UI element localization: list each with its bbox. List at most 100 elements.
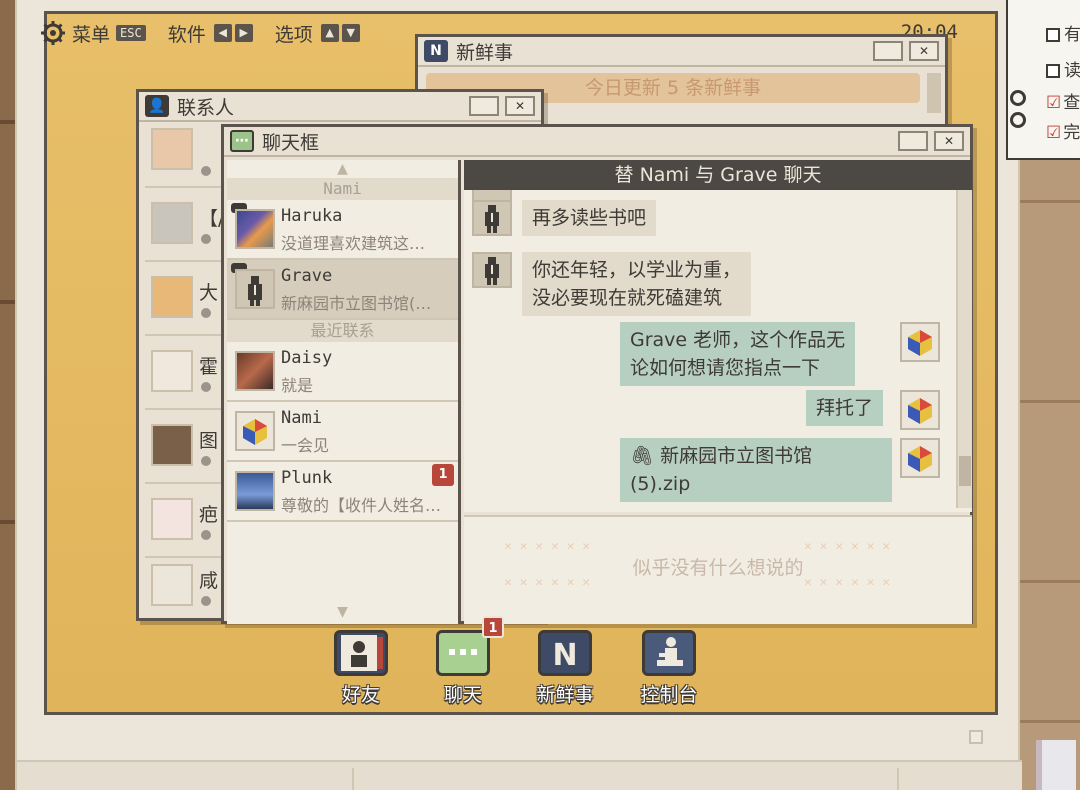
status-dot bbox=[201, 456, 211, 466]
friends-icon bbox=[334, 630, 388, 676]
scrollbar-thumb[interactable] bbox=[959, 456, 971, 486]
todo-note: 有 读 ☑ 查 ☑ 完 bbox=[1006, 0, 1080, 160]
section-label-recent: 最近联系 bbox=[227, 320, 458, 342]
contact-name: Nami bbox=[281, 408, 322, 428]
maximize-button[interactable] bbox=[469, 96, 499, 116]
avatar bbox=[151, 128, 193, 170]
maximize-button[interactable] bbox=[873, 41, 903, 61]
options-down-button[interactable]: ▼ bbox=[341, 24, 360, 42]
scrollbar[interactable] bbox=[927, 73, 941, 113]
scroll-down-arrow[interactable]: ▼ bbox=[227, 604, 458, 620]
dock-label: 聊天 bbox=[443, 684, 482, 706]
gear-icon bbox=[41, 21, 65, 45]
message-input[interactable]: ✕ ✕ ✕ ✕ ✕ ✕ ✕ ✕ ✕ ✕ ✕ ✕ ✕ ✕ ✕ ✕ ✕ ✕ ✕ ✕ … bbox=[464, 515, 972, 624]
avatar bbox=[151, 498, 193, 540]
conversation-list: ▲ Nami Haruka 没道理喜欢建筑这… Grave 新麻园市立图书馆(…… bbox=[227, 160, 461, 624]
avatar bbox=[235, 351, 275, 391]
contact-name: 霍 bbox=[199, 356, 219, 378]
message-preview: 就是 bbox=[281, 376, 314, 395]
contact-name: 咸 bbox=[199, 570, 219, 592]
status-dot bbox=[201, 596, 211, 606]
close-button[interactable]: ✕ bbox=[505, 96, 535, 116]
list-item[interactable]: Plunk 尊敬的【收件人姓名… 1 bbox=[227, 462, 458, 522]
options-up-button[interactable]: ▲ bbox=[320, 24, 339, 42]
chat-window-titlebar[interactable]: ⋯ 聊天框 ✕ bbox=[224, 127, 970, 157]
monitor-base bbox=[17, 760, 1022, 790]
message-preview: 尊敬的【收件人姓名… bbox=[281, 496, 442, 515]
avatar bbox=[151, 564, 193, 606]
list-item[interactable]: Haruka 没道理喜欢建筑这… bbox=[227, 200, 458, 260]
console-icon bbox=[642, 630, 696, 676]
chat-header: 替 Nami 与 Grave 聊天 bbox=[464, 160, 972, 190]
options-menu[interactable]: 选项 ▲ ▼ bbox=[275, 20, 360, 47]
scrollbar[interactable] bbox=[956, 190, 972, 508]
todo-item: 读 bbox=[1046, 56, 1080, 81]
incoming-message: 再多读些书吧 bbox=[522, 200, 657, 236]
dock-chat-button[interactable]: 1 聊天 bbox=[418, 616, 504, 710]
avatar bbox=[151, 424, 193, 466]
contact-name: 图 bbox=[199, 430, 219, 452]
prev-software-button[interactable]: ◀ bbox=[213, 24, 232, 42]
chat-window-title: 聊天框 bbox=[262, 131, 320, 154]
todo-item: ☑ 完 bbox=[1046, 123, 1080, 143]
outgoing-message: Grave 老师，这个作品无 论如何想请您指点一下 bbox=[620, 322, 856, 386]
binder-ring bbox=[1010, 90, 1026, 106]
status-dot bbox=[201, 166, 211, 176]
contacts-window-title: 联系人 bbox=[177, 96, 235, 119]
contact-name: Grave bbox=[281, 266, 333, 286]
scroll-up-arrow[interactable]: ▲ bbox=[227, 160, 458, 178]
dock-friends-button[interactable]: 好友 bbox=[316, 630, 396, 710]
chat-window[interactable]: ⋯ 聊天框 ✕ ▲ Nami Haruka 没道理喜欢建筑这… Grave 新麻… bbox=[221, 124, 973, 624]
section-label-nami: Nami bbox=[227, 178, 458, 200]
software-label: 软件 bbox=[167, 23, 206, 46]
unread-badge: 1 bbox=[482, 616, 504, 638]
software-menu[interactable]: 软件 ◀ ▶ bbox=[168, 20, 253, 47]
news-icon: N bbox=[424, 40, 448, 62]
todo-item: ☑ 查 bbox=[1046, 93, 1080, 113]
options-label: 选项 bbox=[274, 23, 313, 46]
maximize-button[interactable] bbox=[898, 131, 928, 151]
contact-name: 疤 bbox=[199, 504, 219, 526]
list-item[interactable]: Nami 一会见 bbox=[227, 402, 458, 462]
esc-key-hint: ESC bbox=[116, 25, 146, 41]
avatar bbox=[900, 322, 940, 362]
dock-news-button[interactable]: N 新鲜事 bbox=[520, 630, 600, 710]
status-dot bbox=[201, 530, 211, 540]
dock-label: 新鲜事 bbox=[536, 684, 594, 706]
list-item[interactable]: Daisy 就是 bbox=[227, 342, 458, 402]
avatar bbox=[900, 438, 940, 478]
avatar bbox=[235, 209, 275, 249]
unread-badge: 1 bbox=[432, 464, 454, 486]
avatar bbox=[235, 471, 275, 511]
chat-bubble-icon: ⋯ bbox=[230, 130, 254, 152]
power-button[interactable] bbox=[969, 730, 983, 744]
next-software-button[interactable]: ▶ bbox=[234, 24, 253, 42]
news-icon: N bbox=[538, 630, 592, 676]
contact-card-icon: 👤 bbox=[145, 95, 169, 117]
message-area: 再多读些书吧 你还年轻，以学业为重， 没必要现在就死磕建筑 Grave 老师，这… bbox=[464, 190, 972, 512]
status-dot bbox=[201, 234, 211, 244]
dock-label: 控制台 bbox=[640, 684, 698, 706]
contact-name: Plunk bbox=[281, 468, 333, 488]
contacts-window-titlebar[interactable]: 👤 联系人 ✕ bbox=[139, 92, 541, 122]
close-button[interactable]: ✕ bbox=[934, 131, 964, 151]
outgoing-message: 拜托了 bbox=[806, 390, 884, 426]
message-preview: 一会见 bbox=[281, 436, 330, 455]
dock-console-button[interactable]: 控制台 bbox=[624, 630, 704, 710]
file-attachment-message[interactable]: 🖇 新麻园市立图书馆 (5).zip bbox=[620, 438, 892, 502]
dock-label: 好友 bbox=[341, 684, 380, 706]
list-item[interactable]: Grave 新麻园市立图书馆(… bbox=[227, 260, 458, 320]
svg-text:N: N bbox=[552, 638, 577, 673]
menu-label: 菜单 bbox=[72, 23, 111, 46]
news-window-title: 新鲜事 bbox=[456, 41, 514, 64]
news-window-titlebar[interactable]: N 新鲜事 ✕ bbox=[418, 37, 945, 67]
menu-button[interactable]: 菜单 ESC bbox=[40, 20, 146, 47]
status-dot bbox=[201, 382, 211, 392]
input-placeholder: 似乎没有什么想说的 bbox=[632, 557, 804, 579]
room-bookshelf-right bbox=[1020, 160, 1080, 790]
message-preview: 新麻园市立图书馆(… bbox=[281, 294, 432, 313]
avatar bbox=[151, 276, 193, 318]
contact-name: 大 bbox=[199, 282, 219, 304]
close-button[interactable]: ✕ bbox=[909, 41, 939, 61]
avatar bbox=[235, 269, 275, 309]
